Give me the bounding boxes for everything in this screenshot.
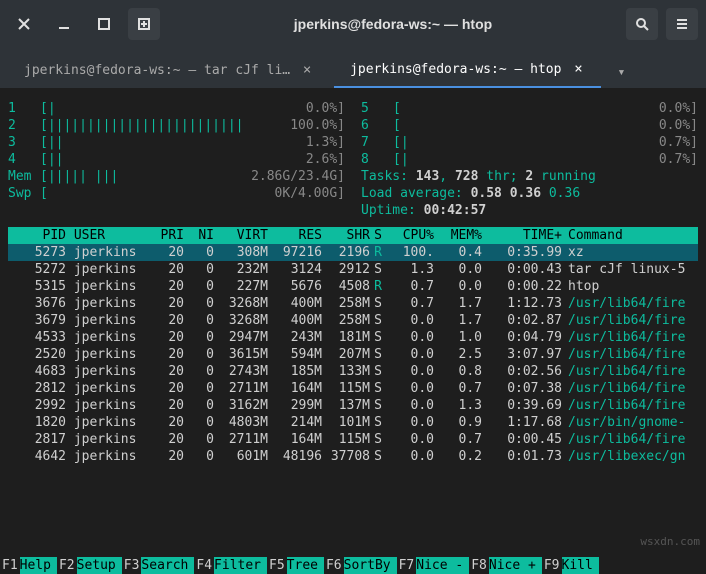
fkey-tree[interactable]: F5Tree <box>267 557 324 574</box>
cpu-meter: 7 [| 0.7%] <box>361 134 698 151</box>
tab-dropdown-button[interactable]: ▾ <box>605 56 637 88</box>
col-time[interactable]: TIME+ <box>482 227 562 244</box>
tab-label: jperkins@fedora-ws:~ — htop <box>350 62 561 77</box>
fkey-kill[interactable]: F9Kill <box>542 557 599 574</box>
tab-label: jperkins@fedora-ws:~ — tar cJf li… <box>24 63 290 78</box>
col-pid[interactable]: PID <box>10 227 66 244</box>
new-tab-button[interactable] <box>128 8 160 40</box>
window-title: jperkins@fedora-ws:~ — htop <box>168 16 618 32</box>
process-row[interactable]: 4683 jperkins2002743M185M133MS0.00.80:02… <box>8 363 698 380</box>
process-row[interactable]: 4642 jperkins200601M4819637708S0.00.20:0… <box>8 448 698 465</box>
cpu-meter: 5 [ 0.0%] <box>361 100 698 117</box>
col-ni[interactable]: NI <box>184 227 214 244</box>
col-s[interactable]: S <box>370 227 386 244</box>
process-row[interactable]: 2520 jperkins2003615M594M207MS0.02.53:07… <box>8 346 698 363</box>
process-row[interactable]: 1820 jperkins2004803M214M101MS0.00.91:17… <box>8 414 698 431</box>
process-row[interactable]: 3676 jperkins2003268M400M258MS0.71.71:12… <box>8 295 698 312</box>
terminal[interactable]: 1 [| 0.0%]2 [|||||||||||||||||||||||||10… <box>0 88 706 574</box>
cpu-meter: 2 [|||||||||||||||||||||||||100.0%] <box>8 117 345 134</box>
watermark: wsxdn.com <box>640 533 700 550</box>
uptime-line: Uptime: 00:42:57 <box>361 202 698 219</box>
meters: 1 [| 0.0%]2 [|||||||||||||||||||||||||10… <box>8 100 698 219</box>
cpu-meter: 6 [ 0.0%] <box>361 117 698 134</box>
close-icon[interactable]: × <box>571 62 585 76</box>
load-line: Load average: 0.58 0.36 0.36 <box>361 185 698 202</box>
cpu-meter: 8 [| 0.7%] <box>361 151 698 168</box>
close-window-button[interactable] <box>8 8 40 40</box>
menu-button[interactable] <box>666 8 698 40</box>
process-header[interactable]: PID USER PRI NI VIRT RES SHR S CPU% MEM%… <box>8 227 698 244</box>
fkey-help[interactable]: F1Help <box>0 557 57 574</box>
process-row[interactable]: 5272 jperkins200232M31242912S1.30.00:00.… <box>8 261 698 278</box>
process-row[interactable]: 2812 jperkins2002711M164M115MS0.00.70:07… <box>8 380 698 397</box>
search-button[interactable] <box>626 8 658 40</box>
minimize-window-button[interactable] <box>48 8 80 40</box>
col-mem[interactable]: MEM% <box>434 227 482 244</box>
process-row[interactable]: 5273 jperkins200308M972162196R100.0.40:3… <box>8 244 698 261</box>
fkey-setup[interactable]: F2Setup <box>57 557 122 574</box>
cpu-meter: 3 [|| 1.3%] <box>8 134 345 151</box>
col-cmd[interactable]: Command <box>562 227 696 244</box>
function-keys: F1HelpF2SetupF3SearchF4FilterF5TreeF6Sor… <box>0 557 706 574</box>
col-pri[interactable]: PRI <box>148 227 184 244</box>
titlebar: jperkins@fedora-ws:~ — htop <box>0 0 706 48</box>
tab-bar: jperkins@fedora-ws:~ — tar cJf li… × jper… <box>0 48 706 88</box>
col-virt[interactable]: VIRT <box>214 227 268 244</box>
fkey-search[interactable]: F3Search <box>122 557 195 574</box>
process-row[interactable]: 4533 jperkins2002947M243M181MS0.01.00:04… <box>8 329 698 346</box>
col-user[interactable]: USER <box>66 227 148 244</box>
close-icon[interactable]: × <box>300 63 314 77</box>
maximize-window-button[interactable] <box>88 8 120 40</box>
col-cpu[interactable]: CPU% <box>386 227 434 244</box>
fkey-nice-[interactable]: F7Nice - <box>397 557 470 574</box>
process-row[interactable]: 3679 jperkins2003268M400M258MS0.01.70:02… <box>8 312 698 329</box>
process-row[interactable]: 5315 jperkins200227M56764508R0.70.00:00.… <box>8 278 698 295</box>
tasks-line: Tasks: 143, 728 thr; 2 running <box>361 168 698 185</box>
cpu-meter: 4 [|| 2.6%] <box>8 151 345 168</box>
process-row[interactable]: 2817 jperkins2002711M164M115MS0.00.70:00… <box>8 431 698 448</box>
fkey-filter[interactable]: F4Filter <box>194 557 267 574</box>
tab-inactive[interactable]: jperkins@fedora-ws:~ — tar cJf li… × <box>8 52 330 88</box>
cpu-meter: Mem[||||| ||| 2.86G/23.4G] <box>8 168 345 185</box>
process-row[interactable]: 2992 jperkins2003162M299M137MS0.01.30:39… <box>8 397 698 414</box>
process-list[interactable]: 5273 jperkins200308M972162196R100.0.40:3… <box>8 244 698 465</box>
cpu-meter: Swp[ 0K/4.00G] <box>8 185 345 202</box>
col-res[interactable]: RES <box>268 227 322 244</box>
fkey-sortby[interactable]: F6SortBy <box>324 557 397 574</box>
tab-active[interactable]: jperkins@fedora-ws:~ — htop × <box>334 52 601 88</box>
col-shr[interactable]: SHR <box>322 227 370 244</box>
fkey-nice+[interactable]: F8Nice + <box>469 557 542 574</box>
cpu-meter: 1 [| 0.0%] <box>8 100 345 117</box>
